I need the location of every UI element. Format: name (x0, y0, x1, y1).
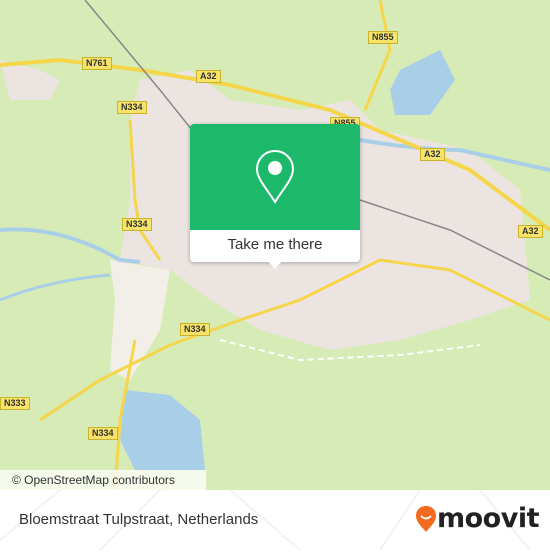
popup-header (190, 124, 360, 230)
road-label: N333 (0, 397, 30, 410)
moovit-pin-icon (416, 505, 436, 532)
moovit-logo[interactable]: moovit (415, 503, 540, 534)
road-label: N761 (82, 57, 112, 70)
road-label: N334 (117, 101, 147, 114)
address-text: Bloemstraat Tulpstraat, Netherlands (19, 511, 259, 528)
location-popup: Take me there (190, 124, 360, 269)
road-label: N334 (180, 323, 210, 336)
map-attribution[interactable]: © OpenStreetMap contributors (0, 470, 206, 490)
map-pin-icon (255, 149, 295, 204)
popup-pointer (267, 260, 283, 269)
road-label: N334 (88, 427, 118, 440)
road-label: N855 (368, 31, 398, 44)
road-label: A32 (518, 225, 543, 238)
road-label: A32 (196, 70, 221, 83)
road-label: A32 (420, 148, 445, 161)
road-label: N334 (122, 218, 152, 231)
brand-name: moovit (437, 503, 540, 534)
take-me-there-button[interactable]: Take me there (190, 230, 360, 262)
